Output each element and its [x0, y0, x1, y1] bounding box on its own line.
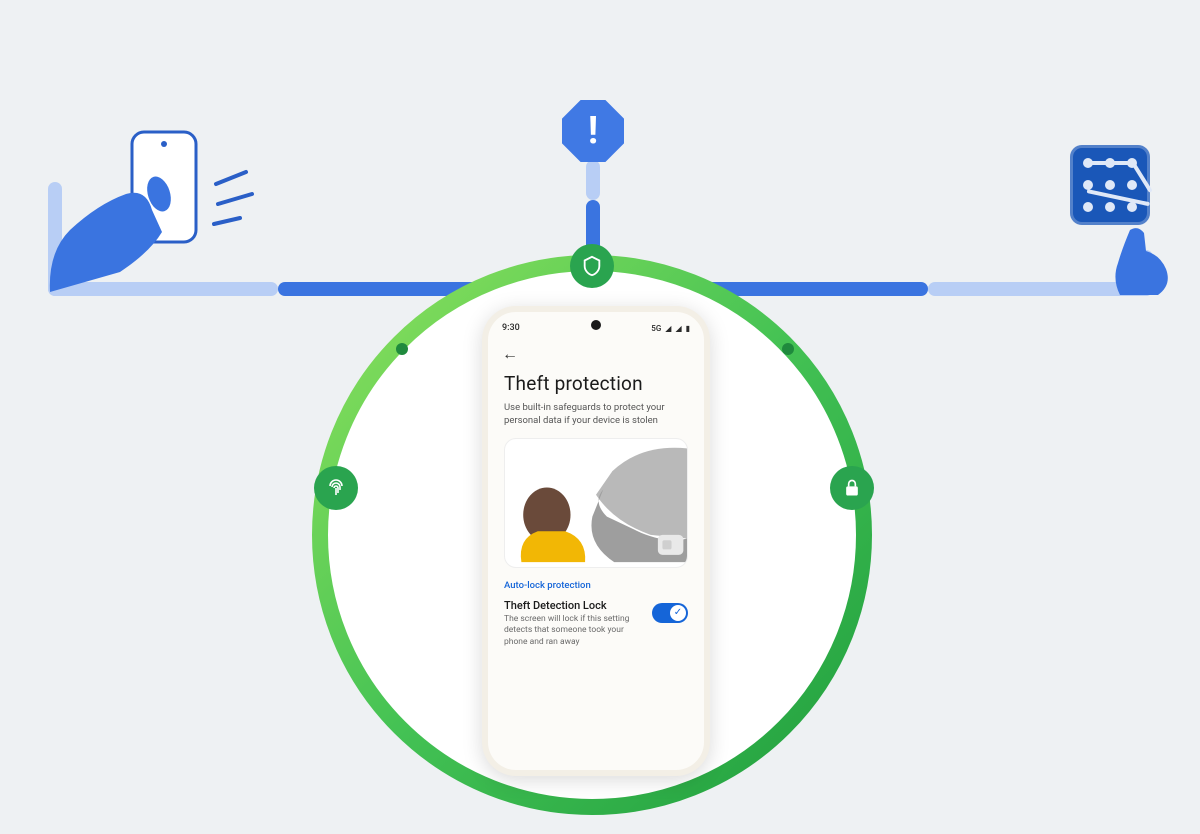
shield-icon [570, 244, 614, 288]
alert-glyph: ! [588, 109, 598, 153]
hand-phone-illustration [40, 122, 270, 292]
signal-icon: ◢ [665, 324, 671, 333]
back-button[interactable]: ← [502, 344, 518, 364]
status-network: 5G [651, 324, 661, 333]
lock-icon [830, 466, 874, 510]
page-subtitle: Use built-in safeguards to protect your … [504, 401, 688, 428]
setting-title: Theft Detection Lock [504, 599, 644, 612]
ring-gap-right [782, 343, 794, 355]
phone-screen: 9:30 5G ◢ ◢ ▮ ← Theft protection Use bui… [488, 312, 704, 770]
camera-notch [591, 320, 601, 330]
page-title: Theft protection [504, 372, 688, 395]
pin-pad-illustration [1070, 145, 1170, 275]
signal-icon-2: ◢ [675, 324, 681, 333]
phone-mockup: 9:30 5G ◢ ◢ ▮ ← Theft protection Use bui… [482, 306, 710, 776]
ring-gap-left [396, 343, 408, 355]
toggle-knob: ✓ [670, 605, 686, 621]
alert-icon: ! [562, 100, 624, 162]
settings-content: Theft protection Use built-in safeguards… [488, 366, 704, 770]
app-bar: ← [488, 338, 704, 366]
setting-description: The screen will lock if this setting det… [504, 614, 644, 648]
status-time: 9:30 [502, 323, 520, 333]
battery-icon: ▮ [686, 324, 690, 333]
toggle-theft-detection[interactable]: ✓ [652, 603, 688, 623]
theft-illustration [504, 438, 688, 568]
connector-top-light [586, 160, 600, 200]
section-label: Auto-lock protection [504, 580, 688, 591]
pointing-finger-icon [1110, 225, 1180, 295]
setting-theft-detection-lock[interactable]: Theft Detection Lock The screen will loc… [504, 599, 688, 648]
fingerprint-icon [314, 466, 358, 510]
pin-pad [1070, 145, 1150, 225]
